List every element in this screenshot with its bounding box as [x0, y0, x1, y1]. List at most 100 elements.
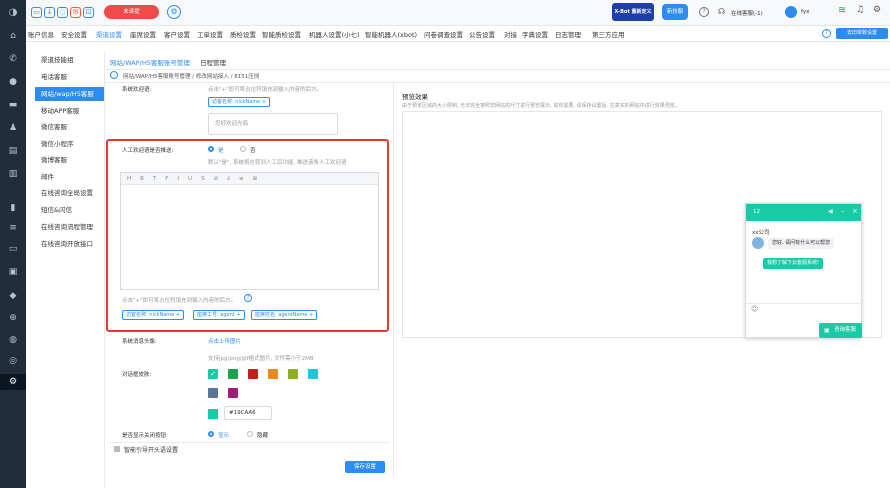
home-icon[interactable]: ⌂	[7, 30, 19, 42]
nav-item[interactable]: 日志管理	[555, 29, 581, 39]
sidebar-item[interactable]: 渠道技能组	[35, 53, 105, 67]
skin-swatch[interactable]	[308, 369, 318, 379]
nav-item[interactable]: 质检设置	[230, 29, 256, 39]
tag-label: 访客名称: nickName	[212, 99, 261, 105]
consult-button[interactable]: ▣ 咨询客服	[819, 323, 862, 338]
sidebar-item[interactable]: 在线咨询开放接口	[35, 237, 105, 251]
nav-item[interactable]: 智能机器人(xbot)	[365, 29, 417, 39]
lock-icon[interactable]: ⊡	[83, 7, 94, 18]
help-icon[interactable]: ?	[699, 7, 709, 17]
window-icon[interactable]: ▭	[31, 7, 42, 18]
color-input[interactable]: #19CAA6	[224, 406, 272, 420]
sidebar-item[interactable]: 微信客服	[35, 120, 105, 134]
emoji-icon[interactable]: ☺	[751, 305, 758, 313]
volume-icon[interactable]: ◀	[828, 208, 833, 215]
sidebar-item[interactable]: 网站/wap/H5客服	[35, 87, 105, 101]
nav-item[interactable]: 问卷调查设置	[424, 29, 463, 39]
sidebar-item[interactable]: 移动APP客服	[35, 104, 105, 118]
save-button[interactable]: 保存设置	[345, 461, 385, 473]
sidebar-item[interactable]: 微信小程序	[35, 137, 105, 151]
manual-greeting-label: 人工欢迎语是否推送:	[122, 148, 174, 154]
avatar[interactable]	[785, 6, 797, 18]
nav-item[interactable]: 字典设置	[522, 29, 548, 39]
chat-icon[interactable]: ●	[7, 76, 19, 88]
inbox-icon[interactable]: ▣	[7, 266, 19, 278]
nav-item[interactable]: 对接	[504, 29, 517, 39]
nav-item[interactable]: 工单设置	[197, 29, 223, 39]
plus-circle-icon[interactable]: ⊕	[7, 312, 19, 324]
close-icon[interactable]: ×	[852, 207, 858, 215]
sidebar-item[interactable]: 在线咨询流程管理	[35, 220, 105, 234]
chat-icon[interactable]: ◌	[57, 7, 68, 18]
tag-label: 访客名称: nickName	[126, 312, 175, 318]
promo-banner[interactable]: X-Bot 重新定义	[612, 3, 654, 21]
chat-window-num: 12	[753, 209, 760, 215]
book-icon[interactable]: ▥	[7, 168, 19, 180]
nav-item[interactable]: 公告设置	[469, 29, 495, 39]
nav-item[interactable]: 渠道设置	[96, 29, 122, 39]
nav-item[interactable]: 安全设置	[61, 29, 87, 39]
help-icon[interactable]: ?	[822, 29, 831, 38]
pill-button[interactable]: 未读提	[104, 5, 159, 19]
nav-item[interactable]: 机器人设置(小七)	[309, 29, 360, 39]
nav-item[interactable]: 第三方应用	[592, 29, 625, 39]
headset-icon: ☊	[718, 7, 726, 16]
radio-hide[interactable]	[247, 431, 253, 437]
skin-swatch[interactable]	[288, 369, 298, 379]
sidebar-item[interactable]: 在线咨询全局设置	[35, 186, 105, 200]
sidebar-item[interactable]: 邮件	[35, 170, 105, 184]
agent-tag[interactable]: 座席工号: agent +	[193, 310, 245, 320]
settings-icon[interactable]: ⚙	[873, 5, 881, 15]
sidebar-item[interactable]: 短信&闪信	[35, 203, 105, 217]
username[interactable]: fyx	[801, 9, 809, 15]
textarea-placeholder: 您好欢迎光临	[215, 121, 249, 127]
rich-editor[interactable]: HBTFIUS⊘∂≡⊞	[120, 172, 379, 290]
tab-schedule[interactable]: 日程管理	[200, 57, 226, 67]
agent-status[interactable]: 在线客服(-1)	[731, 9, 763, 17]
close-button-label: 是否显示关闭按钮:	[122, 433, 168, 439]
list-icon[interactable]: ≡	[7, 222, 19, 234]
nav-item[interactable]: 客户设置	[164, 29, 190, 39]
new-version-button[interactable]: 新技服	[662, 4, 688, 20]
section-toggle-icon[interactable]	[114, 446, 120, 452]
chart-icon[interactable]: ▮	[7, 202, 19, 214]
user-icon[interactable]: ♟	[7, 122, 19, 134]
minimize-icon[interactable]: –	[841, 207, 845, 215]
bell-icon[interactable]: ♫	[856, 5, 864, 15]
help-icon[interactable]: ?	[244, 294, 252, 302]
clipboard-icon[interactable]: ▤	[7, 145, 19, 157]
company-name: xx公司	[752, 230, 770, 236]
nickname-tag[interactable]: 访客名称: nickName +	[208, 97, 271, 107]
shield-icon[interactable]: ◆	[7, 290, 19, 302]
skin-swatch[interactable]	[248, 369, 258, 379]
old-version-button[interactable]: 去旧单致设置	[836, 28, 888, 39]
sidebar-item[interactable]: 电话客服	[35, 70, 105, 84]
sidebar-item[interactable]: 微博客服	[35, 153, 105, 167]
nav-item[interactable]: 座席设置	[130, 29, 156, 39]
mail-icon[interactable]: ▬	[7, 99, 19, 111]
phone-icon[interactable]: ✆	[7, 53, 19, 65]
monitor-icon[interactable]: ▭	[7, 243, 19, 255]
download-icon[interactable]: ↓	[44, 7, 55, 18]
agent-name-tag[interactable]: 座席姓名: agentName +	[251, 310, 318, 320]
back-icon[interactable]: ‹	[110, 71, 118, 79]
gear-icon[interactable]: ⚙	[167, 5, 181, 19]
skin-swatch[interactable]	[268, 369, 278, 379]
skin-swatch[interactable]	[208, 388, 218, 398]
nav-item[interactable]: 账户信息	[28, 29, 54, 39]
nav-item[interactable]: 智能质检设置	[262, 29, 301, 39]
consult-button-label: 咨询客服	[834, 327, 857, 333]
message-icon[interactable]: ◍	[7, 334, 19, 346]
upload-link[interactable]: 点击上传图片	[208, 337, 241, 345]
radio-no[interactable]	[240, 146, 246, 152]
radio-yes[interactable]	[208, 146, 214, 152]
skin-swatch[interactable]	[228, 369, 238, 379]
nickname-tag[interactable]: 访客名称: nickName +	[122, 310, 185, 320]
compass-icon[interactable]: ◎	[7, 355, 19, 367]
gear-icon[interactable]: ⚙	[0, 374, 26, 390]
greeting-textarea[interactable]: 您好欢迎光临	[208, 113, 338, 135]
mail-icon[interactable]: ✉	[70, 7, 81, 18]
radio-show[interactable]	[208, 431, 214, 437]
skin-swatch[interactable]	[228, 388, 238, 398]
skin-swatch[interactable]: ✓	[207, 368, 219, 380]
